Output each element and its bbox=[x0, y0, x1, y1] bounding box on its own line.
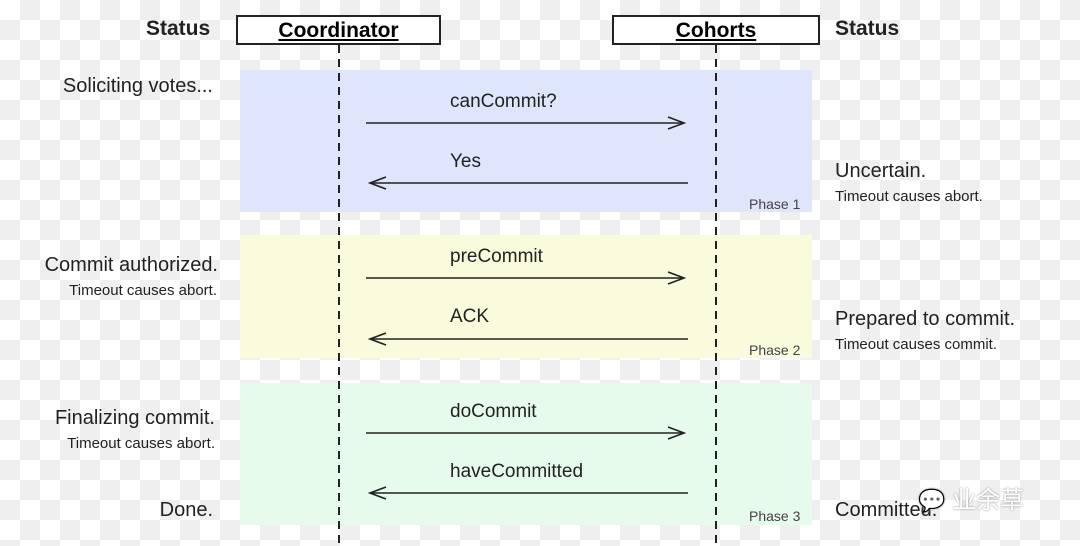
cohorts-box: Cohorts bbox=[612, 15, 820, 45]
left-status-header: Status bbox=[146, 17, 211, 40]
right-status-header: Status bbox=[835, 17, 900, 40]
message-label: doCommit bbox=[450, 401, 537, 422]
cohort-note: Timeout causes abort. bbox=[835, 188, 983, 205]
coordinator-label: Coordinator bbox=[278, 19, 399, 42]
phase-label: Phase 1 bbox=[749, 196, 801, 212]
watermark: 💬 业余草 bbox=[918, 480, 1024, 515]
message-label: canCommit? bbox=[450, 91, 557, 112]
phase-label: Phase 3 bbox=[749, 508, 801, 524]
message-label: haveCommitted bbox=[450, 461, 584, 482]
coordinator-note: Timeout causes abort. bbox=[67, 435, 215, 452]
message-label: ACK bbox=[450, 306, 490, 327]
watermark-text: 业余草 bbox=[952, 487, 1025, 514]
coordinator-box: Coordinator bbox=[236, 15, 441, 45]
coordinator-status: Finalizing commit. bbox=[54, 407, 215, 429]
cohort-status: Prepared to commit. bbox=[835, 308, 1016, 330]
coordinator-status: Commit authorized. bbox=[44, 254, 218, 276]
wechat-icon: 💬 bbox=[918, 488, 946, 513]
cohorts-label: Cohorts bbox=[675, 19, 757, 42]
coordinator-status: Done. bbox=[159, 499, 213, 521]
phase-label: Phase 2 bbox=[749, 342, 801, 358]
message-label: preCommit bbox=[450, 246, 543, 267]
message-label: Yes bbox=[450, 151, 481, 172]
cohort-status: Uncertain. bbox=[835, 160, 927, 182]
coordinator-status: Soliciting votes... bbox=[62, 75, 213, 97]
coordinator-note: Timeout causes abort. bbox=[69, 282, 217, 299]
cohort-note: Timeout causes commit. bbox=[835, 336, 997, 353]
